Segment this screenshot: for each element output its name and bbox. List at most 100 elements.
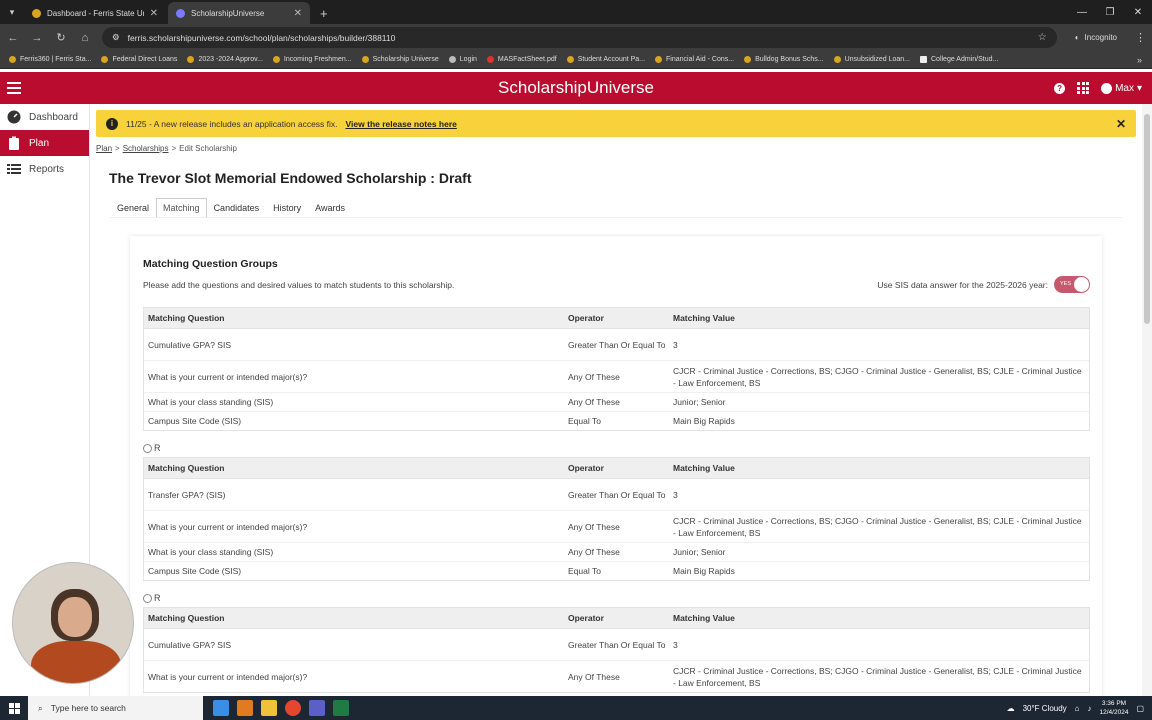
scrollbar-thumb[interactable] (1144, 114, 1150, 324)
column-header-value: Matching Value (673, 313, 735, 323)
tab-search-icon[interactable]: ▾ (0, 0, 24, 24)
bookmark-label: Incoming Freshmen... (283, 56, 352, 63)
or-separator[interactable]: R (143, 593, 161, 603)
home-icon[interactable]: ⌂ (78, 32, 92, 44)
operator-cell: Any Of These (568, 397, 620, 407)
bookmark-label: Ferris360 | Ferris Sta... (20, 56, 92, 63)
bookmark[interactable]: Incoming Freshmen... (268, 56, 357, 63)
forward-icon[interactable]: → (30, 32, 44, 44)
apps-grid-icon[interactable] (1077, 82, 1090, 94)
section-description: Please add the questions and desired val… (143, 280, 455, 290)
bookmark[interactable]: Login (444, 56, 482, 63)
outlook-icon[interactable] (237, 700, 253, 716)
network-icon[interactable]: ⌂ (1075, 704, 1080, 713)
group-header: Matching Question Operator Matching Valu… (144, 608, 1089, 628)
close-banner-icon[interactable]: ✕ (1116, 117, 1126, 131)
taskbar-search-input[interactable]: ⌕ Type here to search (28, 696, 203, 720)
or-radio[interactable] (143, 443, 152, 453)
close-tab-icon[interactable]: ✕ (150, 8, 158, 19)
restore-icon[interactable]: ❐ (1096, 0, 1124, 24)
back-icon[interactable]: ← (6, 32, 20, 44)
table-row[interactable]: Transfer GPA? (SIS) Greater Than Or Equa… (144, 478, 1089, 510)
close-window-icon[interactable]: ✕ (1124, 0, 1152, 24)
sidebar-item-label: Reports (29, 163, 65, 175)
operator-cell: Greater Than Or Equal To (568, 639, 666, 650)
incognito-indicator[interactable]: ◐ Incognito (1067, 33, 1125, 42)
bookmark[interactable]: Federal Direct Loans (96, 56, 182, 63)
bookmark[interactable]: Financial Aid - Cons... (650, 56, 739, 63)
sidebar-item-plan[interactable]: Plan (0, 130, 89, 156)
tab-general[interactable]: General (110, 198, 156, 218)
table-row[interactable]: What is your class standing (SIS) Any Of… (144, 542, 1089, 561)
operator-cell: Greater Than Or Equal To (568, 339, 666, 350)
sidebar-item-reports[interactable]: Reports (0, 156, 89, 182)
bookmark[interactable]: 2023 -2024 Approv... (182, 56, 267, 63)
table-row[interactable]: Campus Site Code (SIS) Equal To Main Big… (144, 411, 1089, 430)
site-info-icon[interactable]: ⚙ (112, 32, 120, 43)
operator-cell: Greater Than Or Equal To (568, 489, 666, 500)
bookmark-star-icon[interactable]: ☆ (1038, 32, 1047, 43)
table-row[interactable]: Cumulative GPA? SIS Greater Than Or Equa… (144, 328, 1089, 360)
reload-icon[interactable]: ↻ (54, 31, 68, 44)
teams-icon[interactable] (309, 700, 325, 716)
windows-start-icon[interactable] (0, 696, 28, 720)
column-header-operator: Operator (568, 463, 604, 473)
page-tabs: General Matching Candidates History Awar… (110, 198, 352, 218)
more-bookmarks-icon[interactable]: » (1137, 55, 1148, 65)
browser-menu-icon[interactable]: ⋮ (1135, 31, 1146, 44)
breadcrumb-scholarships[interactable]: Scholarships (123, 144, 169, 153)
minimize-icon[interactable]: — (1068, 0, 1096, 24)
user-menu[interactable]: Max ▾ (1101, 82, 1142, 94)
tab-matching[interactable]: Matching (156, 198, 207, 218)
page-scrollbar[interactable] (1142, 104, 1152, 696)
breadcrumb-plan[interactable]: Plan (96, 144, 112, 153)
tab-candidates[interactable]: Candidates (207, 198, 267, 218)
bookmark-favicon-icon (9, 56, 16, 63)
excel-icon[interactable] (333, 700, 349, 716)
table-row[interactable]: What is your current or intended major(s… (144, 660, 1089, 692)
new-tab-icon[interactable]: + (312, 2, 336, 24)
weather-icon[interactable]: ☁ (1007, 704, 1015, 713)
or-radio[interactable] (143, 593, 152, 603)
windows-taskbar: ⌕ Type here to search ☁ 30°F Cloudy ⌂ ♪ … (0, 696, 1152, 720)
bookmark[interactable]: Bulldog Bonus Schs... (739, 56, 829, 63)
table-row[interactable]: What is your current or intended major(s… (144, 510, 1089, 542)
task-view-icon[interactable] (213, 700, 229, 716)
tab-awards[interactable]: Awards (308, 198, 352, 218)
breadcrumb-separator: > (171, 144, 177, 153)
close-tab-icon[interactable]: ✕ (294, 8, 302, 19)
notifications-icon[interactable]: ▢ (1136, 704, 1144, 713)
url-field[interactable]: ⚙ ferris.scholarshipuniverse.com/school/… (102, 27, 1057, 48)
bookmark[interactable]: Unsubsidized Loan... (829, 56, 915, 63)
browser-tab-active[interactable]: ScholarshipUniverse ✕ (168, 2, 310, 24)
bookmark[interactable]: Student Account Pa... (562, 56, 650, 63)
file-explorer-icon[interactable] (261, 700, 277, 716)
chrome-icon[interactable] (285, 700, 301, 716)
bookmark[interactable]: Scholarship Universe (357, 56, 444, 63)
weather-text[interactable]: 30°F Cloudy (1023, 704, 1067, 713)
browser-tab[interactable]: Dashboard - Ferris State Unive ✕ (24, 2, 166, 24)
value-cell: 3 (673, 339, 678, 350)
sis-toggle-row: Use SIS data answer for the 2025-2026 ye… (877, 276, 1090, 293)
sis-toggle[interactable]: YES (1054, 276, 1090, 293)
sidebar-item-dashboard[interactable]: Dashboard (0, 104, 89, 130)
operator-cell: Any Of These (568, 547, 620, 557)
table-row[interactable]: What is your current or intended major(s… (144, 360, 1089, 392)
release-notes-link[interactable]: View the release notes here (346, 119, 457, 129)
help-icon[interactable]: ? (1054, 82, 1066, 94)
sidebar-item-label: Plan (29, 137, 50, 149)
hamburger-menu-icon[interactable] (0, 72, 28, 104)
bookmark[interactable]: MASFactSheet.pdf (482, 56, 562, 63)
or-separator[interactable]: R (143, 443, 161, 453)
table-row[interactable]: Cumulative GPA? SIS Greater Than Or Equa… (144, 628, 1089, 660)
bookmark[interactable]: Ferris360 | Ferris Sta... (4, 56, 96, 63)
clock[interactable]: 3:36 PM 12/4/2024 (1100, 699, 1129, 717)
tab-title: Dashboard - Ferris State Unive (47, 8, 144, 18)
tab-history[interactable]: History (266, 198, 308, 218)
breadcrumb: Plan > Scholarships > Edit Scholarship (96, 144, 237, 153)
value-cell: CJCR - Criminal Justice - Corrections, B… (673, 515, 1082, 538)
table-row[interactable]: What is your class standing (SIS) Any Of… (144, 392, 1089, 411)
table-row[interactable]: Campus Site Code (SIS) Equal To Main Big… (144, 561, 1089, 580)
bookmark[interactable]: College Admin/Stud... (915, 56, 1003, 63)
volume-icon[interactable]: ♪ (1088, 704, 1092, 713)
